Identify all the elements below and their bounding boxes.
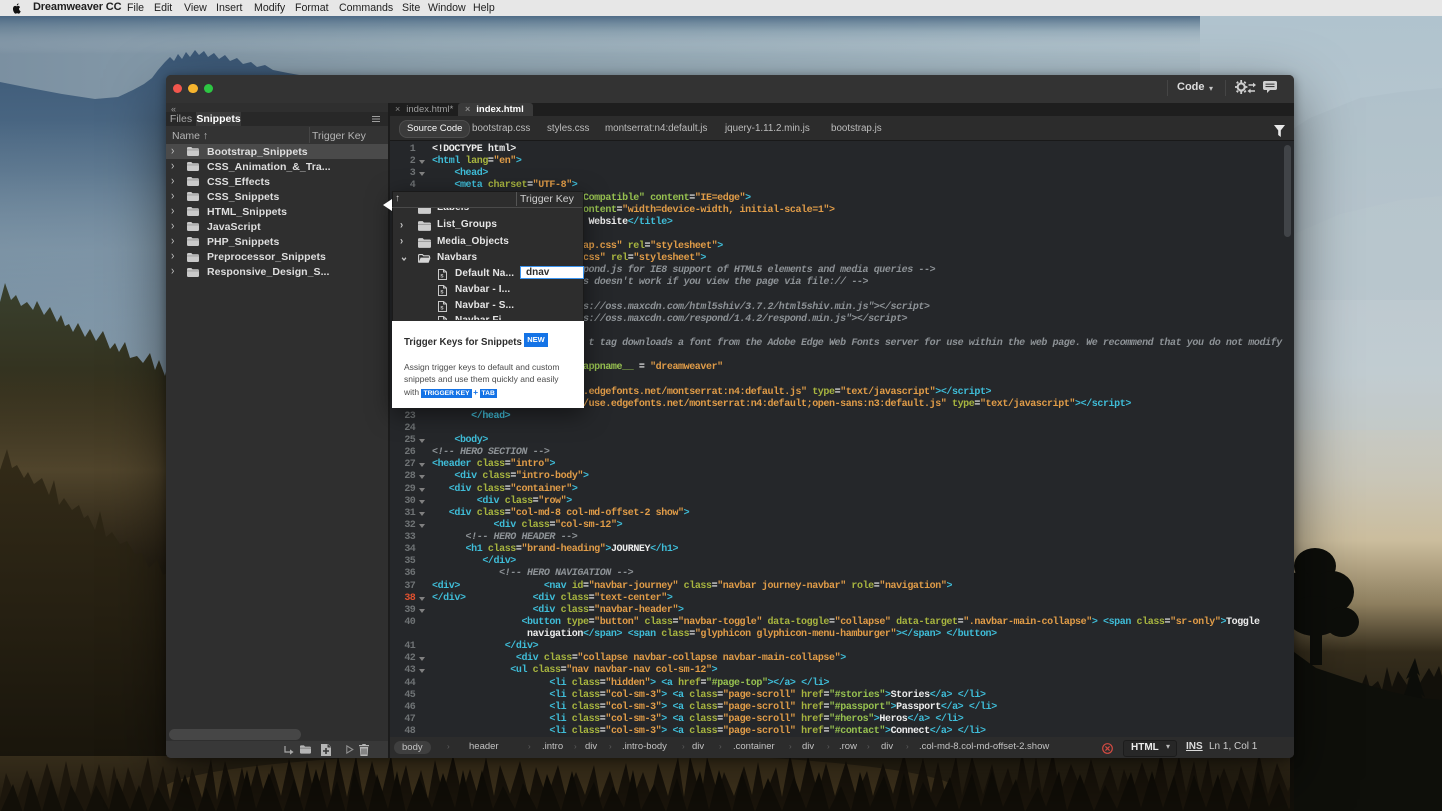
svg-text:s: s xyxy=(440,289,444,295)
svg-text:s: s xyxy=(440,273,444,279)
svg-text:s: s xyxy=(440,306,444,312)
